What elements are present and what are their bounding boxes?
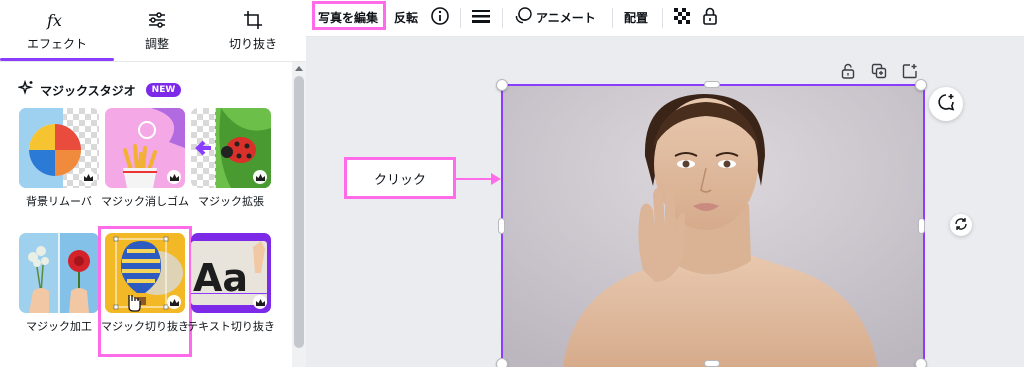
comment-button[interactable]: [929, 87, 963, 121]
magic-studio-heading: マジックスタジオ NEW: [16, 79, 182, 100]
info-button[interactable]: [430, 0, 450, 34]
callout-text: クリック: [373, 172, 426, 188]
tile-magic-expand[interactable]: [191, 108, 271, 188]
lock-button[interactable]: [702, 0, 718, 34]
animate-button[interactable]: アニメート: [514, 0, 596, 34]
position-label: 配置: [624, 10, 649, 25]
position-button[interactable]: 配置: [624, 0, 648, 34]
tab-crop[interactable]: 切り抜き: [206, 0, 300, 62]
lock-open-icon[interactable]: [837, 60, 859, 82]
sliders-icon: [147, 9, 167, 31]
scroll-up-arrow[interactable]: [295, 66, 303, 71]
toolbar-divider: [612, 8, 613, 28]
section-title: マジックスタジオ: [40, 83, 136, 98]
resize-handle-bottom[interactable]: [704, 360, 720, 367]
info-icon: [430, 6, 450, 29]
fx-icon: fx: [45, 9, 69, 31]
design-canvas[interactable]: クリック: [306, 37, 1024, 367]
active-tab-indicator: [0, 58, 114, 61]
tab-adjust-label: 調整: [144, 37, 169, 51]
callout-arrow-line: [456, 178, 493, 180]
transparency-button[interactable]: [674, 0, 690, 34]
animate-label: アニメート: [536, 10, 596, 25]
tile-text-cutout-label: テキスト切り抜き: [187, 320, 275, 333]
tile-background-remover[interactable]: [19, 108, 99, 188]
resize-handle-bottom-right[interactable]: [915, 358, 927, 367]
top-toolbar: 写真を編集 反転 アニメート 配置: [306, 0, 1024, 37]
tile-magic-eraser[interactable]: [105, 108, 185, 188]
click-callout: クリック: [344, 157, 456, 199]
side-panel: fx エフェクト 調整 切り抜き マジックスタジオ NEW 背景リムーバ マジッ…: [0, 0, 306, 367]
resize-handle-top-left[interactable]: [496, 79, 508, 91]
lines-button[interactable]: [472, 0, 490, 34]
flip-button[interactable]: 反転: [394, 0, 418, 34]
crown-icon: [167, 170, 181, 184]
crown-icon: [253, 170, 267, 184]
tab-effects-label: エフェクト: [26, 37, 87, 51]
tile-text-cutout[interactable]: Aa: [191, 233, 271, 313]
rotate-button[interactable]: [950, 214, 972, 236]
tile-magic-edit-label: マジック加工: [26, 320, 92, 333]
toolbar-divider: [662, 8, 663, 28]
resize-handle-left[interactable]: [498, 218, 505, 234]
checker-icon: [674, 7, 690, 27]
sparkle-icon: [16, 79, 34, 100]
crop-icon: [243, 9, 263, 31]
tile-background-remover-label: 背景リムーバ: [26, 195, 92, 208]
woman-portrait-photo[interactable]: [503, 86, 923, 367]
tab-effects[interactable]: fx エフェクト: [0, 0, 114, 62]
resize-handle-right[interactable]: [918, 218, 925, 234]
svg-text:fx: fx: [46, 11, 62, 30]
tile-magic-expand-label: マジック拡張: [198, 195, 264, 208]
tile-magic-edit[interactable]: [19, 233, 99, 313]
edit-photo-highlight: [312, 1, 386, 30]
flip-label: 反転: [394, 10, 419, 25]
toolbar-divider: [502, 8, 503, 28]
magic-grab-highlight: [98, 226, 192, 357]
toolbar-divider: [460, 8, 461, 28]
resize-handle-top[interactable]: [704, 81, 720, 88]
panel-scrollbar[interactable]: [292, 62, 306, 367]
tab-crop-label: 切り抜き: [228, 37, 277, 51]
tab-bar: fx エフェクト 調整 切り抜き: [0, 0, 306, 62]
comment-plus-icon: [936, 92, 956, 116]
new-badge: NEW: [145, 83, 182, 97]
lines-icon: [472, 9, 490, 26]
tile-magic-eraser-label: マジック消しゴム: [101, 195, 189, 208]
tab-adjust[interactable]: 調整: [114, 0, 200, 62]
scroll-thumb[interactable]: [294, 76, 304, 348]
duplicate-icon[interactable]: [868, 60, 890, 82]
resize-handle-bottom-left[interactable]: [496, 358, 508, 367]
animate-icon: [514, 6, 532, 28]
lock-icon: [702, 7, 718, 28]
callout-arrow-head: [491, 173, 501, 185]
crown-icon: [81, 170, 95, 184]
flowers-hands-thumbnail: [19, 233, 99, 313]
rotate-icon: [954, 216, 968, 235]
resize-handle-top-right[interactable]: [915, 79, 927, 91]
crown-icon: [253, 295, 267, 309]
